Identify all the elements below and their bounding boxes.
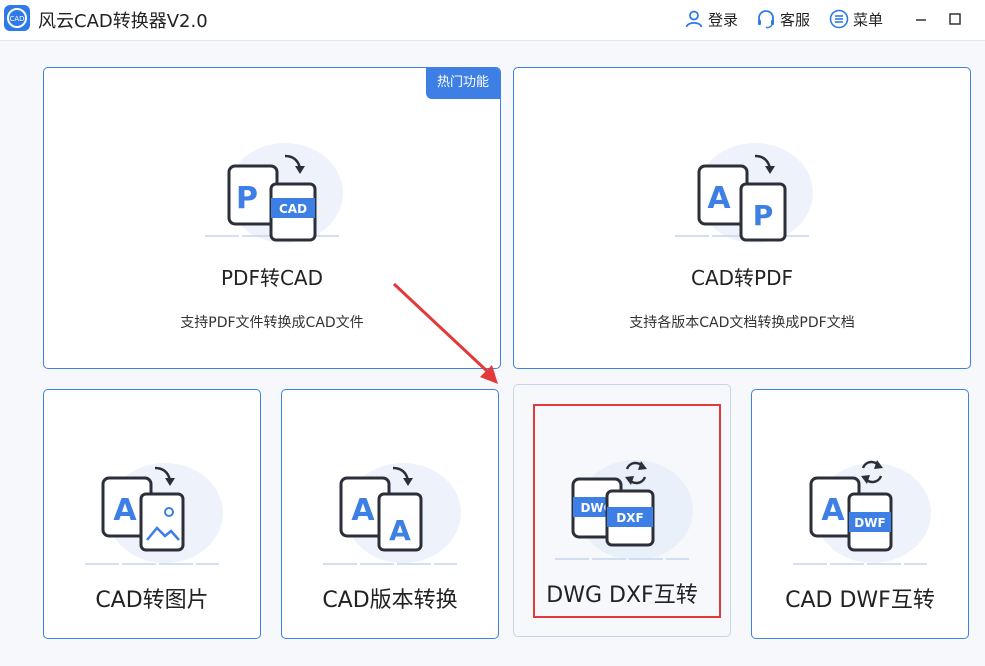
headset-icon [758,10,774,29]
hot-feature-badge: 热门功能 [426,68,500,99]
dwg-dxf-title: DWG DXF互转 [546,583,698,608]
pdf-to-cad-title: PDF转CAD [220,266,323,290]
cad-version-title: CAD版本转换 [322,588,458,613]
minimize-icon [916,19,926,21]
dxf-label: DXF [616,511,643,525]
pdf-letter: P [753,199,774,232]
pdf-to-cad-desc: 支持PDF文件转换成CAD文件 [180,315,364,331]
cad-to-image-card[interactable]: A CAD转图片 [43,389,261,639]
support-label: 客服 [780,10,811,29]
cad-to-pdf-title: CAD转PDF [690,266,793,290]
cad-to-pdf-desc: 支持各版本CAD文档转换成PDF文档 [629,315,855,331]
dwg-dxf-icon: DWG DXF [555,460,693,560]
cad-label: CAD [279,202,307,216]
title-bar: CAD 风云CAD转换器V2.0 登录 客服 菜单 [0,0,985,41]
minimize-button[interactable] [910,8,932,30]
cad-dwf-card[interactable]: A DWF CAD DWF互转 [751,389,969,639]
cad-dwf-title: CAD DWF互转 [785,588,935,613]
app-title: 风云CAD转换器V2.0 [38,11,208,32]
login-button[interactable]: 登录 [684,8,738,30]
cad-version-card[interactable]: A A CAD版本转换 [281,389,499,639]
pdf-letter: P [236,181,258,216]
cad-to-image-icon: A [85,463,223,565]
svg-text:CAD: CAD [9,15,24,23]
cad-letter: A [113,493,137,528]
dwf-label: DWF [854,516,885,530]
cad-letter: A [707,181,731,216]
maximize-button[interactable] [944,8,966,30]
cad-logo-icon: CAD [4,5,30,31]
cad-to-image-title: CAD转图片 [95,588,209,613]
cad-dwf-icon: A DWF [793,460,931,565]
menu-label: 菜单 [853,10,884,29]
maximize-icon [949,13,961,25]
cad-version-letter: A [389,514,411,547]
cad-to-pdf-card[interactable]: A P CAD转PDF 支持各版本CAD文档转换成PDF文档 [513,67,971,369]
menu-icon [829,9,849,29]
menu-button[interactable]: 菜单 [829,8,883,30]
dwg-dxf-card[interactable]: DWG DXF DWG DXF互转 [513,384,731,637]
cad-version-icon: A A [323,463,461,565]
cad-to-pdf-icon: A P [675,143,813,243]
user-icon [685,10,703,28]
pdf-to-cad-icon: P CAD [205,143,343,243]
support-button[interactable]: 客服 [756,8,810,30]
login-label: 登录 [708,10,739,29]
cad-letter: A [351,493,375,528]
pdf-to-cad-card[interactable]: 热门功能 P CAD PDF转CAD 支持PDF文件转换成CAD文件 [43,67,501,369]
cad-letter: A [821,493,845,528]
